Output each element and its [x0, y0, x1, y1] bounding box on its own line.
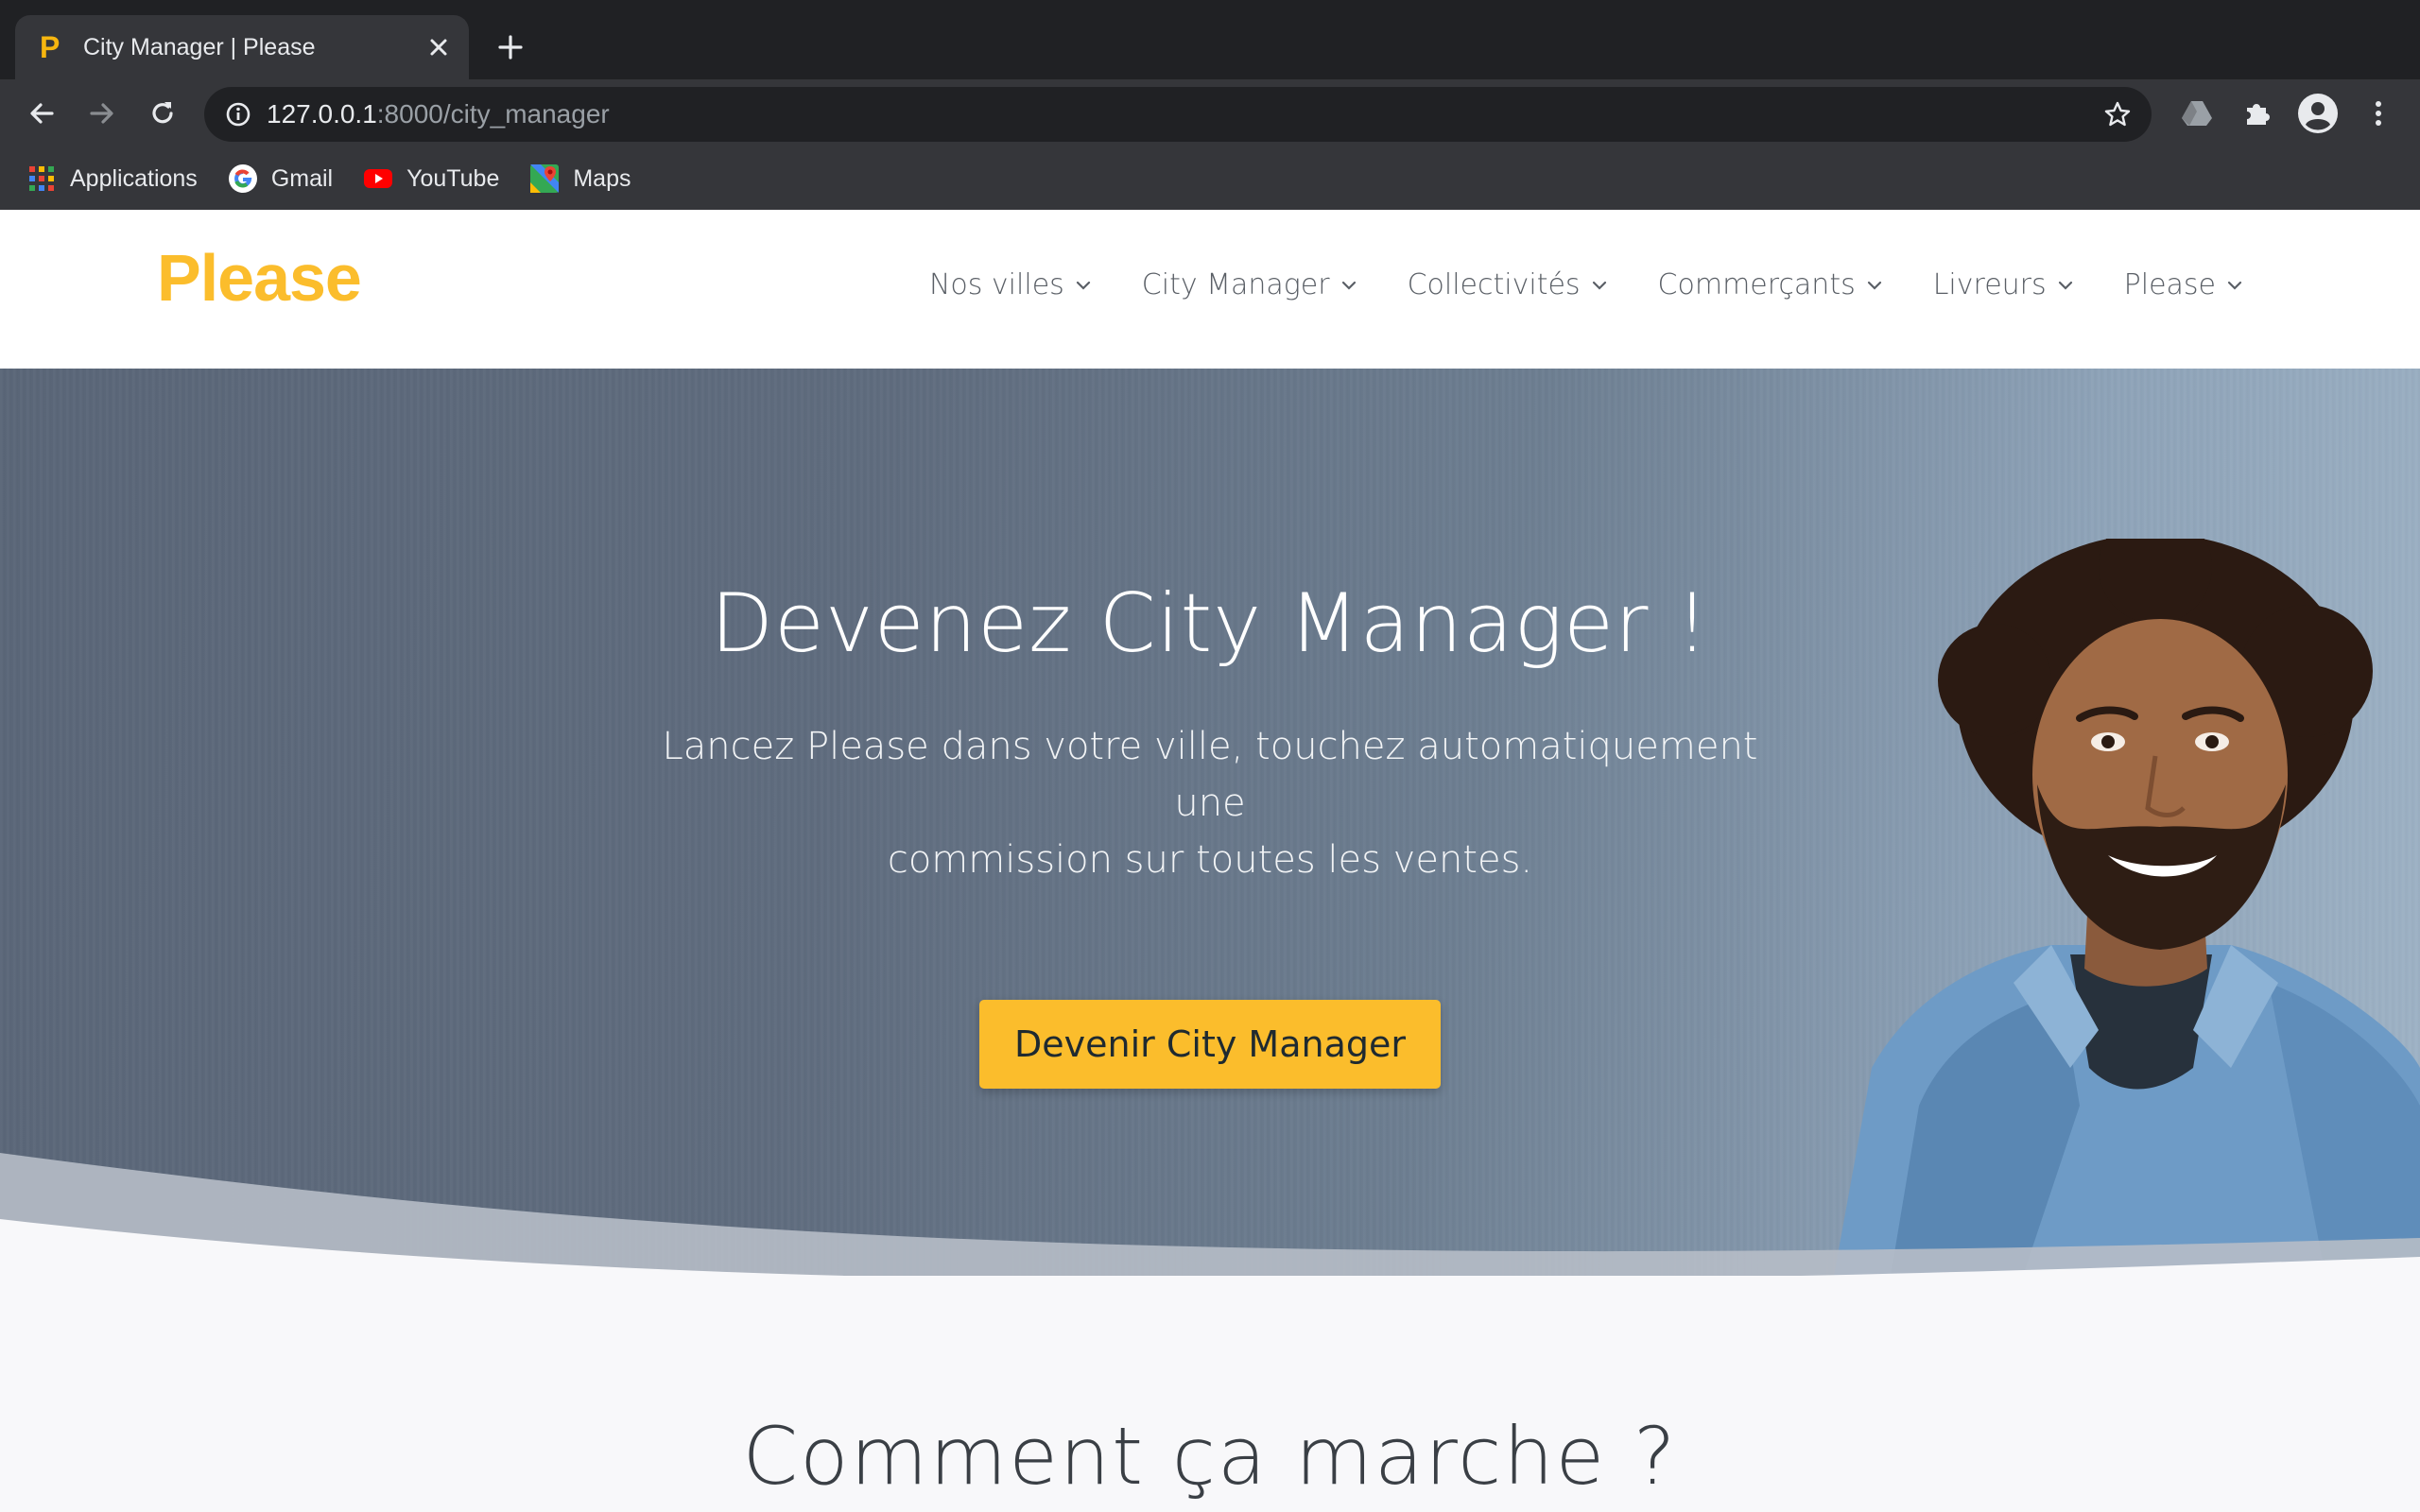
- browser-chrome: P City Manager | Please 127.0.0.1:8000/c…: [0, 0, 2420, 210]
- nav-label: Livreurs: [1932, 268, 2047, 301]
- bookmark-label: YouTube: [406, 164, 500, 192]
- bookmark-maps[interactable]: Maps: [529, 155, 631, 202]
- hero-title: Devenez City Manager !: [710, 576, 1710, 671]
- nav-label: City Manager: [1141, 268, 1330, 301]
- browser-menu-dots-icon[interactable]: [2354, 89, 2403, 138]
- new-tab-plus-icon[interactable]: [490, 26, 531, 68]
- browser-toolbar: 127.0.0.1:8000/city_manager: [0, 79, 2420, 147]
- url-text[interactable]: 127.0.0.1:8000/city_manager: [267, 99, 2097, 129]
- maps-icon: [529, 163, 560, 194]
- reload-icon[interactable]: [138, 89, 187, 138]
- tab-close-icon[interactable]: [420, 28, 458, 66]
- how-it-works-heading: Comment ça marche ?: [742, 1410, 1678, 1503]
- bookmarks-bar: Applications Gmail YouTube Maps: [0, 147, 2420, 210]
- chevron-down-icon: [1076, 281, 1090, 290]
- nav-label: Please: [2123, 268, 2216, 301]
- nav-please[interactable]: Please: [2124, 268, 2244, 301]
- please-logo[interactable]: Please: [157, 240, 362, 316]
- bookmark-applications[interactable]: Applications: [26, 155, 198, 202]
- nav-collectivites[interactable]: Collectivités: [1408, 268, 1609, 301]
- chevron-down-icon: [1867, 281, 1881, 290]
- nav-city-manager[interactable]: City Manager: [1142, 268, 1358, 301]
- nav-label: Collectivités: [1407, 268, 1581, 301]
- chevron-down-icon: [2227, 281, 2242, 290]
- become-city-manager-button[interactable]: Devenir City Manager: [979, 1000, 1441, 1089]
- hero-subtitle: Lancez Please dans votre ville, touchez …: [643, 718, 1777, 888]
- tab-strip: P City Manager | Please: [0, 0, 2420, 79]
- hero-subtitle-line: commission sur toutes les ventes.: [887, 838, 1533, 882]
- hero-subtitle-line: Lancez Please dans votre ville, touchez …: [662, 725, 1758, 825]
- bookmark-label: Applications: [70, 164, 198, 192]
- bookmark-label: Maps: [573, 164, 631, 192]
- bookmark-label: Gmail: [270, 164, 334, 192]
- chevron-down-icon: [1341, 281, 1356, 290]
- chevron-down-icon: [2058, 281, 2072, 290]
- profile-avatar-icon[interactable]: [2293, 89, 2342, 138]
- browser-tab-active[interactable]: P City Manager | Please: [15, 15, 469, 79]
- bookmark-star-icon[interactable]: [2097, 94, 2138, 135]
- google-icon: [228, 163, 258, 194]
- nav-commercants[interactable]: Commerçants: [1658, 268, 1884, 301]
- bookmark-gmail[interactable]: Gmail: [228, 155, 333, 202]
- bookmark-youtube[interactable]: YouTube: [363, 155, 499, 202]
- apps-grid-icon: [26, 163, 57, 194]
- back-arrow-icon[interactable]: [17, 89, 66, 138]
- chevron-down-icon: [1592, 281, 1606, 290]
- nav-nos-villes[interactable]: Nos villes: [929, 268, 1093, 301]
- drive-extension-icon[interactable]: [2172, 89, 2221, 138]
- youtube-icon: [363, 163, 393, 194]
- hero-banner: Devenez City Manager ! Lancez Please dan…: [0, 369, 2420, 1276]
- main-nav: Nos villes City Manager Collectivités Co…: [880, 268, 2244, 301]
- nav-livreurs[interactable]: Livreurs: [1933, 268, 2075, 301]
- address-bar[interactable]: 127.0.0.1:8000/city_manager: [204, 87, 2152, 142]
- forward-arrow-icon[interactable]: [78, 89, 127, 138]
- extensions-puzzle-icon[interactable]: [2233, 89, 2282, 138]
- nav-label: Nos villes: [928, 268, 1064, 301]
- nav-label: Commerçants: [1657, 268, 1856, 301]
- hero-wave-divider: [0, 1153, 2420, 1276]
- url-host: 127.0.0.1: [267, 99, 377, 129]
- tab-title: City Manager | Please: [83, 33, 316, 60]
- site-info-icon[interactable]: [219, 95, 257, 133]
- please-favicon-icon: P: [40, 30, 60, 64]
- site-header: Please Nos villes City Manager Collectiv…: [0, 210, 2420, 369]
- url-path: :8000/city_manager: [376, 99, 610, 129]
